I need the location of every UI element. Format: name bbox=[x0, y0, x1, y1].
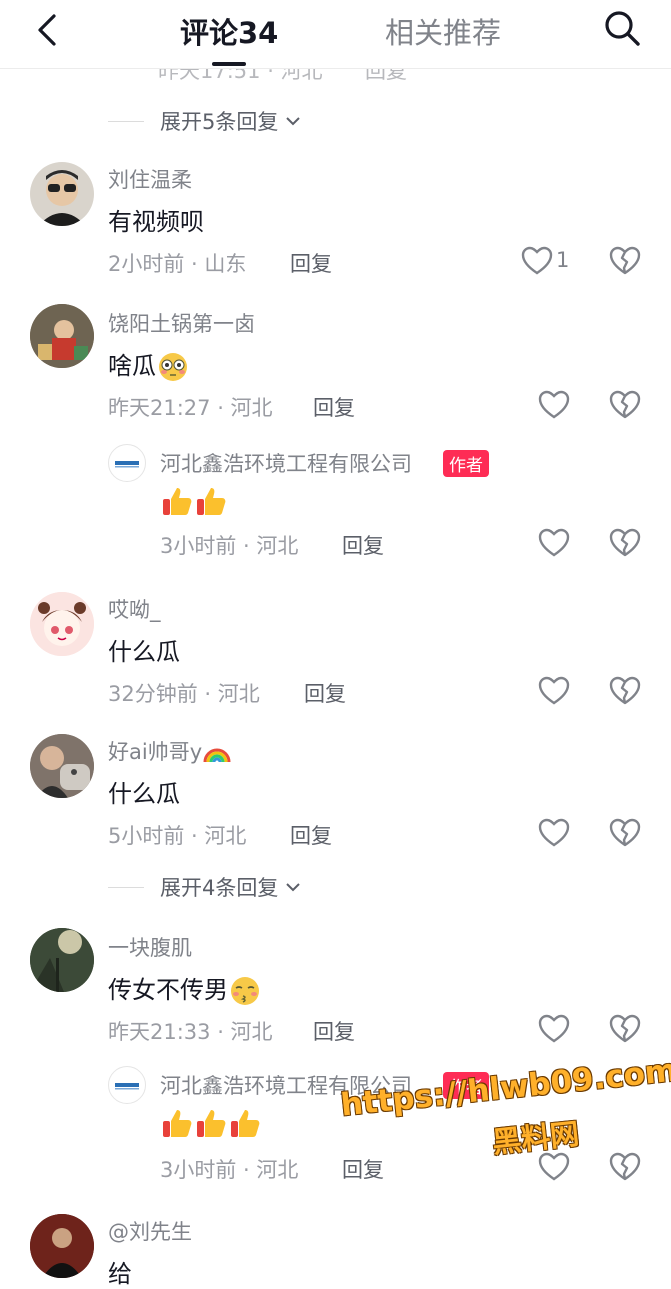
broken-heart-icon[interactable] bbox=[609, 676, 641, 706]
comment-text: 给 bbox=[108, 1260, 132, 1288]
heart-icon[interactable] bbox=[521, 246, 553, 276]
reply-button[interactable]: 回复 bbox=[290, 248, 332, 278]
chevron-down-icon bbox=[286, 117, 301, 126]
reply-button[interactable]: 回复 bbox=[342, 530, 384, 560]
comment-text: 什么瓜 bbox=[108, 780, 180, 808]
comment-text: 啥瓜 bbox=[108, 346, 190, 382]
avatar[interactable] bbox=[108, 444, 146, 482]
broken-heart-icon[interactable] bbox=[609, 246, 641, 276]
thumbs-up-emoji-icon bbox=[231, 1110, 260, 1137]
kissing-face-emoji-icon bbox=[231, 977, 259, 1005]
reply-meta: 3小时前 · 河北 bbox=[160, 1158, 299, 1182]
comment-text-value: 传女不传男 bbox=[108, 976, 228, 1004]
thumbs-up-emoji-icon bbox=[163, 488, 192, 515]
thumbs-up-emojis bbox=[160, 1106, 262, 1140]
divider-line bbox=[108, 886, 144, 888]
thumbs-up-emoji-icon bbox=[197, 488, 226, 515]
broken-heart-icon[interactable] bbox=[609, 818, 641, 848]
avatar[interactable] bbox=[30, 1214, 94, 1278]
avatar[interactable] bbox=[30, 162, 94, 226]
heart-icon[interactable] bbox=[538, 818, 570, 848]
comment-username[interactable]: 一块腹肌 bbox=[108, 932, 192, 962]
comment-meta: 昨天21:33 · 河北 bbox=[108, 1020, 273, 1044]
comment-text: 有视频呗 bbox=[108, 208, 204, 236]
broken-heart-icon[interactable] bbox=[609, 528, 641, 558]
reply-button[interactable]: 回复 bbox=[304, 678, 346, 708]
thumbs-up-emojis bbox=[160, 484, 228, 518]
comment-text: 什么瓜 bbox=[108, 638, 180, 666]
comment-username[interactable]: 哎呦_ bbox=[108, 594, 161, 624]
reply-button[interactable]: 回复 bbox=[313, 1016, 355, 1046]
tab-active-indicator bbox=[212, 62, 246, 66]
flushed-face-emoji-icon bbox=[159, 353, 187, 381]
expand-replies-label: 展开5条回复 bbox=[160, 110, 279, 134]
avatar[interactable] bbox=[108, 1066, 146, 1104]
rainbow-emoji-icon bbox=[203, 748, 231, 763]
comment-meta: 2小时前 · 山东 bbox=[108, 252, 247, 276]
heart-icon[interactable] bbox=[538, 1152, 570, 1182]
comment-username-text: 好ai帅哥y bbox=[108, 740, 203, 764]
reply-meta: 3小时前 · 河北 bbox=[160, 534, 299, 558]
expand-replies-button[interactable]: 展开5条回复 bbox=[108, 106, 302, 136]
avatar[interactable] bbox=[30, 304, 94, 368]
tab-comments[interactable]: 评论34 bbox=[180, 10, 278, 52]
comment-username[interactable]: 刘住温柔 bbox=[108, 164, 192, 194]
reply-button[interactable]: 回复 bbox=[290, 820, 332, 850]
avatar[interactable] bbox=[30, 928, 94, 992]
comment-text: 传女不传男 bbox=[108, 970, 262, 1006]
comment-meta: 昨天21:27 · 河北 bbox=[108, 396, 273, 420]
avatar[interactable] bbox=[30, 734, 94, 798]
author-badge: 作者 bbox=[443, 450, 489, 477]
comment-meta: 5小时前 · 河北 bbox=[108, 824, 247, 848]
back-arrow-icon[interactable] bbox=[30, 12, 66, 48]
broken-heart-icon[interactable] bbox=[609, 1152, 641, 1182]
broken-heart-icon[interactable] bbox=[609, 390, 641, 420]
like-count: 1 bbox=[556, 248, 570, 272]
chevron-down-icon bbox=[286, 883, 301, 892]
broken-heart-icon[interactable] bbox=[609, 1014, 641, 1044]
heart-icon[interactable] bbox=[538, 390, 570, 420]
comment-text-value: 啥瓜 bbox=[108, 352, 156, 380]
reply-button[interactable]: 回复 bbox=[342, 1154, 384, 1184]
header-bar: 评论34 相关推荐 bbox=[0, 0, 671, 69]
heart-icon[interactable] bbox=[538, 676, 570, 706]
thumbs-up-emoji-icon bbox=[197, 1110, 226, 1137]
expand-replies-button[interactable]: 展开4条回复 bbox=[108, 872, 302, 902]
comment-username[interactable]: @刘先生 bbox=[108, 1216, 192, 1246]
divider-line bbox=[108, 120, 144, 122]
reply-username[interactable]: 河北鑫浩环境工程有限公司 bbox=[160, 448, 412, 478]
avatar[interactable] bbox=[30, 592, 94, 656]
heart-icon[interactable] bbox=[538, 528, 570, 558]
heart-icon[interactable] bbox=[538, 1014, 570, 1044]
search-icon[interactable] bbox=[602, 8, 642, 48]
comment-meta: 32分钟前 · 河北 bbox=[108, 682, 260, 706]
thumbs-up-emoji-icon bbox=[163, 1110, 192, 1137]
reply-button[interactable]: 回复 bbox=[313, 392, 355, 422]
tab-related[interactable]: 相关推荐 bbox=[385, 10, 501, 52]
expand-replies-label: 展开4条回复 bbox=[160, 876, 279, 900]
comment-username[interactable]: 好ai帅哥y bbox=[108, 736, 232, 766]
watermark-url: https://hlwb09.com bbox=[339, 1052, 671, 1124]
comment-username[interactable]: 饶阳土锅第一卤 bbox=[108, 308, 255, 338]
